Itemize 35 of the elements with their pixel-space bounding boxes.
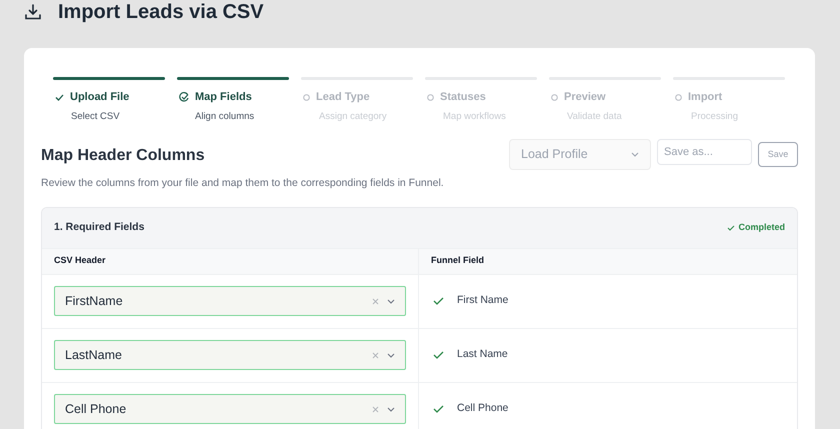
circle-check-icon: [179, 92, 189, 102]
funnel-field-name: Last Name: [457, 347, 508, 362]
step-subtitle: Select CSV: [71, 110, 121, 124]
step-label[interactable]: Upload File: [70, 89, 130, 106]
step-label[interactable]: Map Fields: [195, 89, 252, 106]
check-icon: [55, 94, 64, 101]
page-title: Import Leads via CSV: [58, 0, 264, 25]
circle-icon: [675, 94, 682, 101]
section-title: Map Header Columns: [41, 146, 206, 166]
download-icon: [24, 3, 42, 21]
csv-header-select[interactable]: FirstName: [54, 286, 406, 316]
chevron-down-icon: [631, 152, 639, 157]
circle-icon: [551, 94, 558, 101]
save-as-field[interactable]: Save as...: [657, 139, 752, 166]
group-title: 1. Required Fields: [54, 220, 144, 235]
csv-header-select[interactable]: LastName: [54, 340, 406, 370]
section-description: Review the columns from your file and map them to the corresponding fields in Funnel.: [41, 176, 444, 191]
save-button[interactable]: Save: [758, 142, 798, 167]
chevron-down-icon[interactable]: [387, 406, 395, 412]
step-label[interactable]: Preview: [564, 89, 606, 106]
funnel-field-name: Cell Phone: [457, 401, 508, 416]
chevron-down-icon[interactable]: [387, 298, 395, 304]
status-text: Completed: [738, 220, 785, 234]
csv-header-select[interactable]: Cell Phone: [54, 394, 406, 424]
circle-icon: [303, 94, 310, 101]
funnel-field-name: First Name: [457, 293, 508, 308]
circle-icon: [427, 94, 434, 101]
chevron-down-icon[interactable]: [387, 352, 395, 358]
load-profile-select[interactable]: Load Profile: [509, 138, 651, 170]
step-label[interactable]: Lead Type: [316, 89, 370, 106]
step-label[interactable]: Import: [688, 89, 722, 106]
column-header: CSV Header: [42, 248, 419, 274]
step-subtitle: Align columns: [195, 110, 256, 124]
step-label[interactable]: Statuses: [440, 89, 486, 106]
column-header: Funnel Field: [430, 254, 485, 268]
